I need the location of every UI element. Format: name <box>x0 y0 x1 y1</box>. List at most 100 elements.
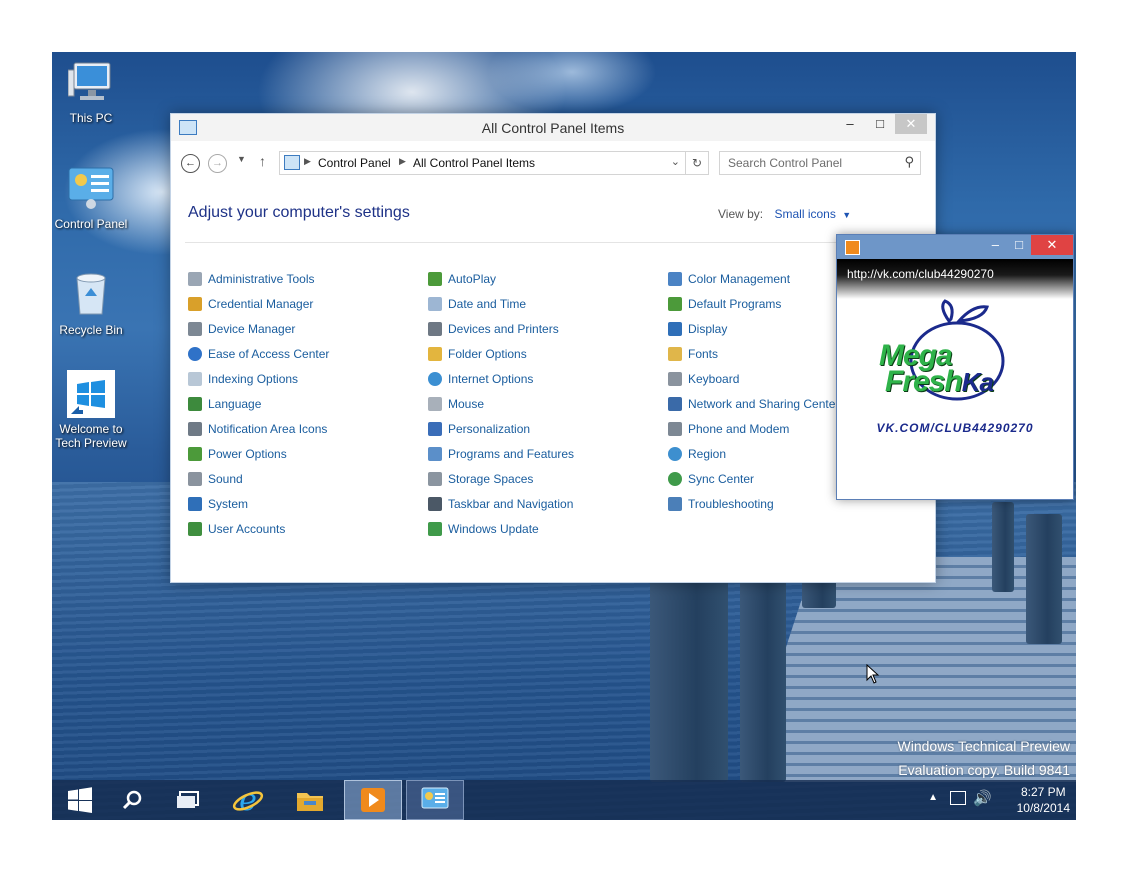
breadcrumb-all-items[interactable]: All Control Panel Items <box>413 156 535 170</box>
maximize-button[interactable]: □ <box>1015 237 1023 252</box>
cp-item-label: Fonts <box>688 347 719 361</box>
taskbar: e ▲ 🔊 8:27 PM 10/8/2014 <box>52 780 1076 820</box>
default-programs-icon <box>668 297 682 311</box>
search-input[interactable]: Search Control Panel ⚲ <box>719 151 921 175</box>
cp-item-troubleshooting[interactable]: Troubleshooting <box>668 494 774 514</box>
back-button[interactable]: ← <box>181 154 200 173</box>
desktop-icon-control-panel[interactable]: Control Panel <box>52 166 133 231</box>
cp-item-indexing-options[interactable]: Indexing Options <box>188 369 298 389</box>
cp-item-label: Network and Sharing Center <box>688 397 840 411</box>
control-panel-window: All Control Panel Items – □ ✕ ← → ▼ ↑ ▶ … <box>170 113 936 583</box>
url-label[interactable]: http://vk.com/club44290270 <box>837 259 1073 299</box>
display-icon <box>668 322 682 336</box>
cp-item-phone-and-modem[interactable]: Phone and Modem <box>668 419 789 439</box>
up-button[interactable]: ↑ <box>259 153 266 169</box>
clock-time: 8:27 PM <box>1020 785 1066 799</box>
cp-item-taskbar-and-navigation[interactable]: Taskbar and Navigation <box>428 494 573 514</box>
volume-icon[interactable]: 🔊 <box>973 789 992 807</box>
power-options-icon <box>188 447 202 461</box>
cp-item-network-and-sharing-center[interactable]: Network and Sharing Center <box>668 394 839 414</box>
clock[interactable]: 8:27 PM 10/8/2014 <box>1017 784 1070 816</box>
phone-and-modem-icon <box>668 422 682 436</box>
minimize-button[interactable]: – <box>992 237 999 252</box>
minimize-button[interactable]: – <box>835 114 865 134</box>
logo-text-ka: Ka <box>961 367 994 397</box>
cp-item-label: Device Manager <box>208 322 296 336</box>
cp-item-label: Power Options <box>208 447 287 461</box>
page-heading: Adjust your computer's settings <box>188 204 410 221</box>
indexing-options-icon <box>188 372 202 386</box>
cp-item-label: Credential Manager <box>208 297 314 311</box>
breadcrumb-control-panel[interactable]: Control Panel <box>318 156 391 170</box>
cp-item-region[interactable]: Region <box>668 444 726 464</box>
window-titlebar[interactable]: – □ ✕ <box>837 235 1073 259</box>
control-panel-taskbar-button[interactable] <box>406 780 464 820</box>
address-dropdown-chevron-icon[interactable]: ⌄ <box>671 155 680 168</box>
cp-item-ease-of-access[interactable]: Ease of Access Center <box>188 344 329 364</box>
desktop-icon-recycle-bin[interactable]: Recycle Bin <box>52 268 133 337</box>
cp-item-label: Ease of Access Center <box>208 347 330 361</box>
network-icon[interactable] <box>950 791 966 805</box>
task-view-button[interactable] <box>160 780 216 820</box>
cp-item-fonts[interactable]: Fonts <box>668 344 718 364</box>
personalization-icon <box>428 422 442 436</box>
media-player-taskbar-button[interactable] <box>344 780 402 820</box>
cp-item-label: Keyboard <box>688 372 740 386</box>
ease-of-access-icon <box>188 347 202 361</box>
view-by-dropdown[interactable]: Small icons ▼ <box>774 207 851 221</box>
cp-item-folder-options[interactable]: Folder Options <box>428 344 527 364</box>
cp-item-sound[interactable]: Sound <box>188 469 243 489</box>
cp-item-storage-spaces[interactable]: Storage Spaces <box>428 469 533 489</box>
cp-item-devices-and-printers[interactable]: Devices and Printers <box>428 319 559 339</box>
cp-item-credential-manager[interactable]: Credential Manager <box>188 294 313 314</box>
autoplay-icon <box>428 272 442 286</box>
watermark-line: Evaluation copy. Build 9841 <box>898 762 1070 778</box>
window-titlebar[interactable]: All Control Panel Items – □ ✕ <box>171 114 935 141</box>
cp-item-default-programs[interactable]: Default Programs <box>668 294 781 314</box>
devices-and-printers-icon <box>428 322 442 336</box>
cp-item-mouse[interactable]: Mouse <box>428 394 484 414</box>
search-button[interactable] <box>104 780 160 820</box>
breadcrumb-separator-icon: ▶ <box>399 156 406 166</box>
cp-item-label: Troubleshooting <box>688 497 774 511</box>
desktop-icon-label: Tech Preview <box>55 436 127 450</box>
close-button[interactable]: ✕ <box>1031 235 1073 255</box>
recent-locations-chevron-icon[interactable]: ▼ <box>237 154 246 164</box>
cp-item-sync-center[interactable]: Sync Center <box>668 469 754 489</box>
cp-item-system[interactable]: System <box>188 494 248 514</box>
search-icon[interactable]: ⚲ <box>904 154 914 170</box>
cp-item-power-options[interactable]: Power Options <box>188 444 287 464</box>
cp-item-personalization[interactable]: Personalization <box>428 419 530 439</box>
cp-item-internet-options[interactable]: Internet Options <box>428 369 533 389</box>
cp-item-date-and-time[interactable]: Date and Time <box>428 294 526 314</box>
cp-item-administrative-tools[interactable]: Administrative Tools <box>188 269 315 289</box>
start-button[interactable] <box>52 780 108 820</box>
internet-explorer-button[interactable]: e <box>220 780 276 820</box>
cp-item-label: Sound <box>208 472 243 486</box>
cp-item-language[interactable]: Language <box>188 394 261 414</box>
maximize-button[interactable]: □ <box>865 114 895 134</box>
desktop-icon-welcome[interactable]: Welcome to Tech Preview <box>52 370 133 450</box>
refresh-icon[interactable]: ↻ <box>685 152 708 174</box>
file-explorer-button[interactable] <box>282 780 338 820</box>
cp-item-user-accounts[interactable]: User Accounts <box>188 519 285 539</box>
close-button[interactable]: ✕ <box>895 114 927 134</box>
address-bar[interactable]: ▶ Control Panel ▶ All Control Panel Item… <box>279 151 709 175</box>
show-hidden-icons-chevron-icon[interactable]: ▲ <box>928 792 938 803</box>
cp-item-windows-update[interactable]: Windows Update <box>428 519 539 539</box>
administrative-tools-icon <box>188 272 202 286</box>
cp-item-display[interactable]: Display <box>668 319 727 339</box>
cp-item-notification-area-icons[interactable]: Notification Area Icons <box>188 419 327 439</box>
forward-button[interactable]: → <box>208 154 227 173</box>
windows-update-icon <box>428 522 442 536</box>
cp-item-programs-and-features[interactable]: Programs and Features <box>428 444 574 464</box>
desktop-icon-this-pc[interactable]: This PC <box>52 60 133 125</box>
cp-item-keyboard[interactable]: Keyboard <box>668 369 739 389</box>
region-icon <box>668 447 682 461</box>
desktop-icon-label: Control Panel <box>54 217 128 231</box>
cp-item-device-manager[interactable]: Device Manager <box>188 319 295 339</box>
internet-options-icon <box>428 372 442 386</box>
cp-item-color-management[interactable]: Color Management <box>668 269 790 289</box>
pier-post <box>992 502 1014 592</box>
cp-item-autoplay[interactable]: AutoPlay <box>428 269 496 289</box>
